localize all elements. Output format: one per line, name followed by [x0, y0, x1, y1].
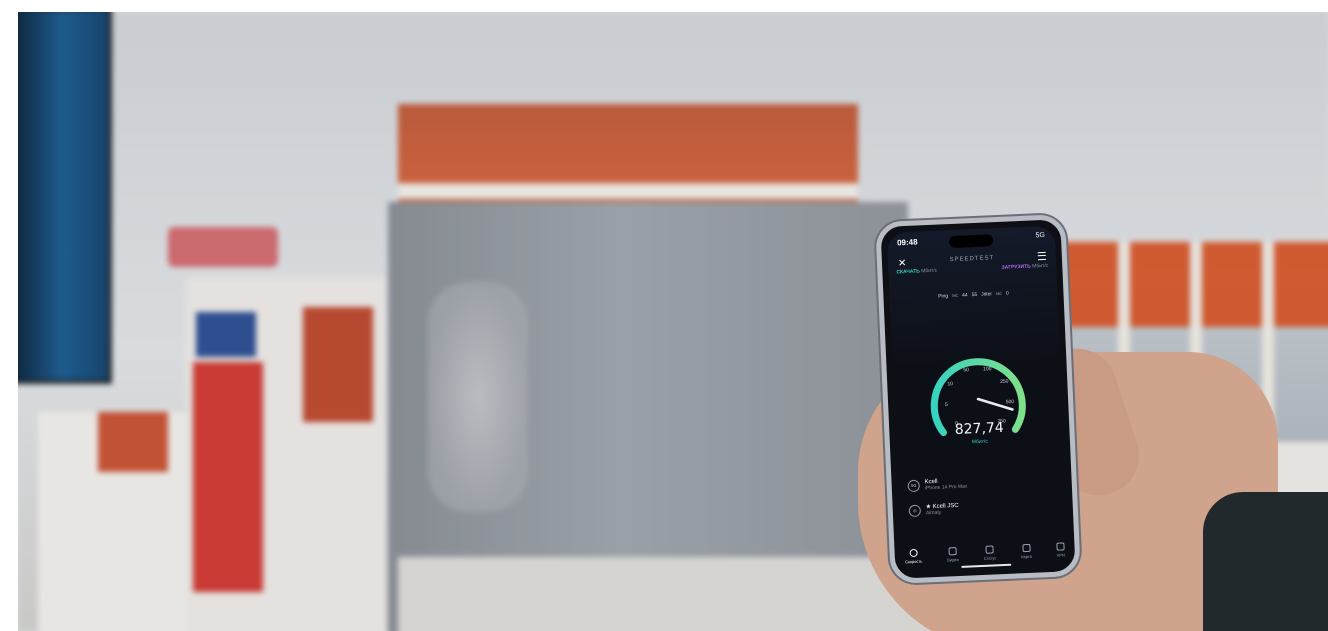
server-icon: ◎	[908, 504, 922, 517]
download-label: СКАЧАТЬ	[896, 268, 920, 276]
download-unit: Мбит/с	[921, 267, 938, 275]
tab-video-label: Видео	[947, 556, 959, 563]
map-icon	[1021, 543, 1031, 553]
tab-map-label: Карта	[1021, 553, 1032, 560]
status-time: 09:48	[896, 237, 918, 248]
left-building-red-panel	[98, 412, 168, 472]
facade-emblem	[428, 282, 528, 512]
home-indicator[interactable]	[961, 563, 1012, 568]
tab-vpn[interactable]: VPN	[1056, 542, 1065, 558]
tab-status[interactable]: Статус	[983, 545, 996, 561]
results-header: СКАЧАТЬ Мбит/с ЗАГРУЗИТЬ Мбит/с	[896, 263, 1048, 276]
tab-speed-label: Скорость	[904, 558, 923, 565]
device-model: iPhone 14 Pro Max	[924, 483, 968, 492]
mall-red-banner	[193, 362, 263, 592]
mall-red-panel	[303, 307, 373, 422]
tab-map[interactable]: Карта	[1021, 543, 1032, 560]
bottom-tab-bar: Скорость Видео Статус Карта VPN	[904, 542, 1065, 564]
photo: 09:48 5G ✕ SPEEDTEST СКАЧАТЬ Мбит/с ЗАГР…	[18, 12, 1328, 631]
tab-vpn-label: VPN	[1056, 552, 1065, 558]
jitter-label: Jitter	[981, 291, 993, 298]
speed-icon	[909, 548, 918, 558]
phone-screen: 09:48 5G ✕ SPEEDTEST СКАЧАТЬ Мбит/с ЗАГР…	[886, 225, 1070, 573]
gauge-tick-label: 10	[947, 381, 953, 387]
server-location: Almaty	[925, 509, 942, 517]
upload-unit: Мбит/с	[1032, 262, 1049, 270]
ping-download-value: 55	[971, 291, 978, 299]
mall-blue-sign	[196, 312, 256, 357]
billboard	[18, 12, 112, 384]
jitter-value: 0	[1005, 290, 1009, 297]
ping-idle-value: 44	[961, 292, 968, 299]
ping-unit: мс	[952, 292, 959, 300]
gauge-tick-label: 50	[963, 367, 969, 373]
tab-video[interactable]: Видео	[947, 547, 959, 562]
jitter-unit: мс	[995, 290, 1003, 298]
ping-label: Ping	[938, 293, 949, 300]
device-row[interactable]: 5G Kcell iPhone 14 Pro Max	[907, 474, 1057, 493]
server-row[interactable]: ◎ ★ Kcell JSC Almaty	[908, 498, 1059, 518]
jacket-sleeve	[1203, 492, 1328, 631]
network-indicator: 5G	[1035, 231, 1046, 240]
status-icon	[985, 545, 994, 554]
dynamic-island	[948, 234, 994, 249]
gauge-tick-label: 100	[983, 366, 992, 372]
play-icon	[948, 547, 957, 556]
tab-speed[interactable]: Скорость	[904, 548, 923, 565]
latency-metrics: Ping мс 44 55 Jitter мс 0	[897, 289, 1049, 302]
gauge-tick-label: 250	[1000, 379, 1009, 385]
rooftop-sign	[168, 227, 278, 267]
vpn-icon	[1056, 542, 1065, 551]
tab-status-label: Статус	[983, 555, 997, 561]
gauge-tick-label: 5	[945, 402, 948, 408]
gauge-tick-label: 500	[1006, 399, 1015, 405]
smartphone: 09:48 5G ✕ SPEEDTEST СКАЧАТЬ Мбит/с ЗАГР…	[875, 214, 1081, 584]
upload-label: ЗАГРУЗИТЬ	[1001, 263, 1031, 271]
network-type-icon: 5G	[907, 479, 920, 493]
